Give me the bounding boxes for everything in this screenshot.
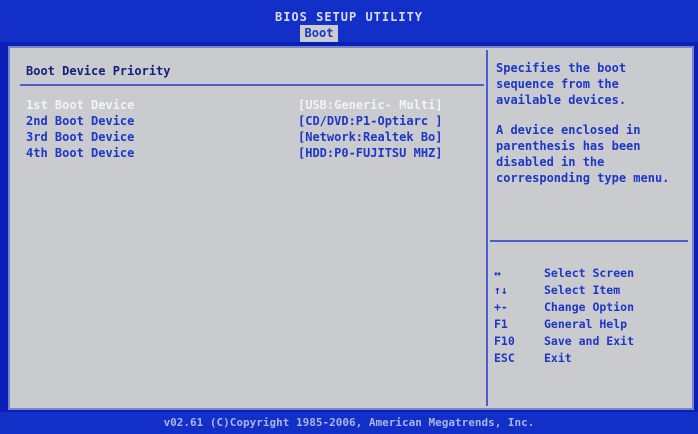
- boot-device-row-2[interactable]: 2nd Boot Device [CD/DVD:P1-Optiarc ]: [26, 114, 484, 129]
- settings-pane: Boot Device Priority 1st Boot Device [US…: [12, 50, 486, 406]
- key-arrows-lr-icon: ↔: [494, 266, 501, 280]
- copyright-footer: v02.61 (C)Copyright 1985-2006, American …: [0, 412, 698, 434]
- boot-device-row-1[interactable]: 1st Boot Device [USB:Generic- Multi]: [26, 98, 484, 113]
- key-desc: General Help: [544, 317, 628, 331]
- help-line-2: A device enclosed in parenthesis has bee…: [496, 123, 670, 185]
- app-title: BIOS SETUP UTILITY: [274, 10, 424, 24]
- key-esc: ESC: [494, 351, 515, 365]
- key-row: ESC Exit: [494, 351, 688, 368]
- boot-device-value[interactable]: [Network:Realtek Bo]: [298, 130, 443, 144]
- key-row: F10 Save and Exit: [494, 334, 688, 351]
- key-legend: ↔ Select Screen ↑↓ Select Item +- Change…: [494, 266, 688, 368]
- boot-device-row-4[interactable]: 4th Boot Device [HDD:P0-FUJITSU MHZ]: [26, 146, 484, 161]
- help-divider: [490, 240, 688, 242]
- key-desc: Select Item: [544, 283, 621, 297]
- key-desc: Save and Exit: [544, 334, 635, 348]
- key-f1: F1: [494, 317, 508, 331]
- boot-device-label: 2nd Boot Device: [26, 114, 135, 128]
- key-row: ↑↓ Select Item: [494, 283, 688, 300]
- boot-device-label: 3rd Boot Device: [26, 130, 135, 144]
- header-bar: BIOS SETUP UTILITY Boot: [0, 0, 698, 42]
- key-row: F1 General Help: [494, 317, 688, 334]
- key-f10: F10: [494, 334, 515, 348]
- boot-device-label: 1st Boot Device: [26, 98, 135, 112]
- help-text: Specifies the boot sequence from the ava…: [496, 60, 684, 200]
- boot-device-value[interactable]: [CD/DVD:P1-Optiarc ]: [298, 114, 443, 128]
- key-arrows-ud-icon: ↑↓: [494, 283, 508, 297]
- key-desc: Change Option: [544, 300, 635, 314]
- key-row: +- Change Option: [494, 300, 688, 317]
- key-row: ↔ Select Screen: [494, 266, 688, 283]
- main-panel: Boot Device Priority 1st Boot Device [US…: [8, 46, 694, 410]
- section-divider: [20, 84, 484, 86]
- key-desc: Exit: [544, 351, 572, 365]
- boot-device-label: 4th Boot Device: [26, 146, 135, 160]
- tab-boot[interactable]: Boot: [300, 25, 338, 42]
- boot-device-value[interactable]: [USB:Generic- Multi]: [298, 98, 443, 112]
- boot-device-value[interactable]: [HDD:P0-FUJITSU MHZ]: [298, 146, 443, 160]
- key-desc: Select Screen: [544, 266, 635, 280]
- section-title: Boot Device Priority: [26, 64, 171, 78]
- boot-device-row-3[interactable]: 3rd Boot Device [Network:Realtek Bo]: [26, 130, 484, 145]
- key-plus-minus-icon: +-: [494, 300, 508, 314]
- help-line-1: Specifies the boot sequence from the ava…: [496, 61, 627, 107]
- help-pane: Specifies the boot sequence from the ava…: [488, 50, 690, 406]
